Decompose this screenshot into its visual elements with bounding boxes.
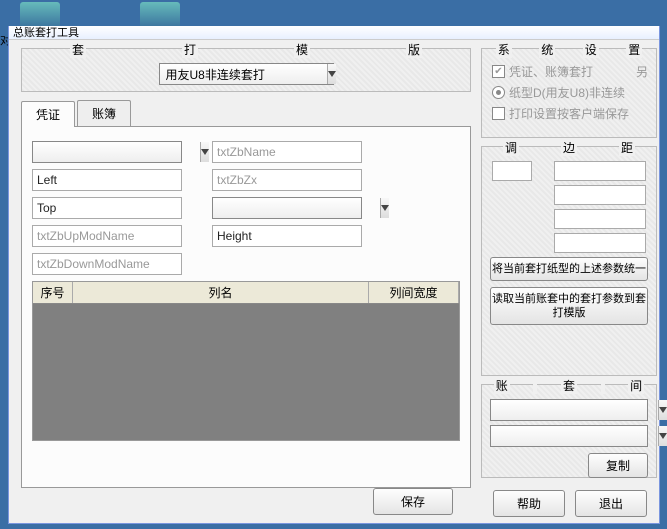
zb-combo[interactable] (32, 141, 182, 163)
mode-combo[interactable] (159, 63, 334, 85)
copy-to-input[interactable] (491, 426, 658, 446)
chevron-down-icon[interactable] (380, 198, 389, 218)
grid-head-name: 列名 (73, 282, 369, 303)
exit-button[interactable]: 退出 (575, 490, 647, 517)
save-button[interactable]: 保存 (373, 488, 453, 515)
tabstrip: 凭证 账簿 (21, 100, 471, 126)
chevron-down-icon[interactable] (658, 400, 667, 420)
adjust-group-label: 调边距 (482, 139, 656, 156)
unify-params-button[interactable]: 将当前套打纸型的上述参数统一 (490, 257, 648, 281)
chevron-down-icon[interactable] (658, 426, 667, 446)
copy-from-input[interactable] (491, 400, 658, 420)
read-params-button[interactable]: 读取当前账套中的套打参数到套打模版 (490, 287, 648, 325)
adjust-input-1[interactable] (492, 161, 532, 181)
adjust-input-3[interactable] (554, 185, 646, 205)
save-client-checkbox[interactable] (492, 107, 505, 120)
voucher-book-checkbox[interactable] (492, 65, 505, 78)
zb-combo-input[interactable] (33, 142, 200, 162)
tail-label: 另 (636, 63, 648, 80)
column-grid[interactable]: 序号 列名 列间宽度 (32, 281, 460, 441)
height-input[interactable] (212, 225, 362, 247)
tab-book[interactable]: 账簿 (77, 100, 131, 126)
copy-to-combo[interactable] (490, 425, 648, 447)
copy-group-label: 账套间 (482, 377, 656, 394)
chevron-down-icon[interactable] (200, 142, 209, 162)
adjust-input-4[interactable] (554, 209, 646, 229)
help-button[interactable]: 帮助 (493, 490, 565, 517)
paper-type-radio[interactable] (492, 86, 505, 99)
voucher-book-label: 凭证、账簿套打 (509, 63, 593, 80)
template-group-label: 套打模版 (22, 41, 470, 58)
left-input[interactable] (32, 169, 182, 191)
right-combo[interactable] (212, 197, 362, 219)
upmod-input[interactable] (32, 225, 182, 247)
chevron-down-icon[interactable] (327, 64, 336, 84)
zbzx-input[interactable] (212, 169, 362, 191)
window-title: 总账套打工具 (9, 26, 659, 40)
zbname-input[interactable] (212, 141, 362, 163)
right-combo-input[interactable] (213, 198, 380, 218)
paper-type-label: 纸型D(用友U8)非连续 (509, 84, 625, 101)
adjust-input-2[interactable] (554, 161, 646, 181)
copy-from-combo[interactable] (490, 399, 648, 421)
save-client-label: 打印设置按客户端保存 (509, 105, 629, 122)
adjust-input-5[interactable] (554, 233, 646, 253)
downmod-input[interactable] (32, 253, 182, 275)
grid-head-width: 列间宽度 (369, 282, 459, 303)
system-group-label: 系统设置 (482, 41, 656, 58)
mode-combo-input[interactable] (160, 64, 327, 84)
tab-content: 序号 列名 列间宽度 (21, 126, 471, 488)
tab-voucher[interactable]: 凭证 (21, 101, 75, 127)
copy-button[interactable]: 复制 (588, 453, 648, 478)
grid-head-seq: 序号 (33, 282, 73, 303)
top-input[interactable] (32, 197, 182, 219)
main-window: 总账套打工具 套打模版 凭证 账簿 (8, 26, 660, 524)
